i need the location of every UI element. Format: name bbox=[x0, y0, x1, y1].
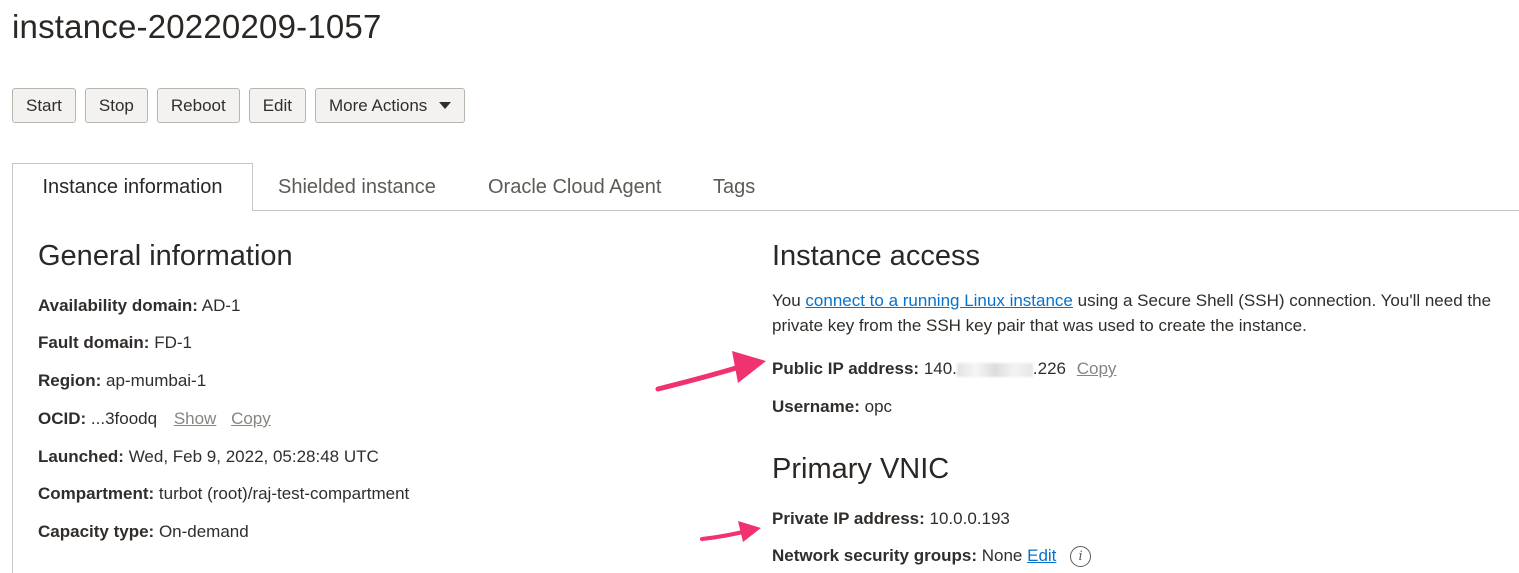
compartment-row: Compartment: turbot (root)/raj-test-comp… bbox=[38, 484, 409, 504]
network-security-groups-row: Network security groups: None Edit i bbox=[772, 546, 1092, 568]
reboot-button[interactable]: Reboot bbox=[156, 88, 240, 123]
public-ip-value-end: .226 bbox=[1032, 359, 1066, 378]
capacity-type-value: On-demand bbox=[158, 522, 249, 541]
action-toolbar: Start Stop Reboot Edit More Actions bbox=[12, 88, 466, 123]
arrow-icon bbox=[655, 351, 766, 392]
page-title: instance-20220209-1057 bbox=[12, 8, 382, 45]
launched-row: Launched: Wed, Feb 9, 2022, 05:28:48 UTC bbox=[38, 447, 379, 467]
network-security-groups-edit-link[interactable]: Edit bbox=[1027, 546, 1056, 565]
info-icon[interactable]: i bbox=[1070, 546, 1092, 568]
capacity-type-label: Capacity type: bbox=[38, 522, 155, 541]
public-ip-label: Public IP address: bbox=[772, 359, 920, 378]
stop-button[interactable]: Stop bbox=[84, 88, 148, 123]
start-button[interactable]: Start bbox=[12, 88, 76, 123]
tab-bar: Instance information Shielded instance O… bbox=[12, 163, 1519, 211]
tab-shielded-instance[interactable]: Shielded instance bbox=[278, 176, 436, 199]
network-security-groups-label: Network security groups: bbox=[772, 546, 977, 565]
instance-access-description: You connect to a running Linux instance … bbox=[772, 288, 1502, 338]
network-security-groups-value: None bbox=[981, 546, 1023, 565]
chevron-down-icon bbox=[439, 102, 452, 109]
fault-domain-row: Fault domain: FD-1 bbox=[38, 333, 192, 353]
ocid-label: OCID: bbox=[38, 409, 87, 428]
region-value: ap-mumbai-1 bbox=[106, 371, 207, 390]
username-value: opc bbox=[864, 397, 893, 416]
more-actions-button[interactable]: More Actions bbox=[315, 88, 466, 123]
username-label: Username: bbox=[772, 397, 860, 416]
access-desc-prefix: You bbox=[772, 291, 806, 310]
tab-oracle-cloud-agent[interactable]: Oracle Cloud Agent bbox=[488, 176, 661, 199]
tab-divider bbox=[253, 210, 1519, 211]
launched-label: Launched: bbox=[38, 447, 124, 466]
private-ip-value: 10.0.0.193 bbox=[929, 509, 1010, 528]
ocid-show-link[interactable]: Show bbox=[174, 409, 217, 428]
edit-button[interactable]: Edit bbox=[248, 88, 307, 123]
instance-access-heading: Instance access bbox=[772, 240, 980, 272]
ocid-row: OCID: ...3foodq Show Copy bbox=[38, 409, 271, 429]
private-ip-label: Private IP address: bbox=[772, 509, 925, 528]
redacted-ip-blur bbox=[956, 362, 1033, 377]
more-actions-label: More Actions bbox=[329, 95, 428, 115]
general-information-heading: General information bbox=[38, 240, 293, 272]
ocid-copy-link[interactable]: Copy bbox=[231, 409, 271, 428]
availability-domain-value: AD-1 bbox=[201, 296, 241, 315]
compartment-value: turbot (root)/raj-test-compartment bbox=[158, 484, 410, 503]
public-ip-copy-link[interactable]: Copy bbox=[1077, 359, 1117, 378]
public-ip-row: Public IP address: 140. .226 Copy bbox=[772, 359, 1116, 379]
panel-border bbox=[12, 210, 13, 573]
ocid-value: ...3foodq bbox=[90, 409, 158, 428]
region-row: Region: ap-mumbai-1 bbox=[38, 371, 206, 391]
primary-vnic-heading: Primary VNIC bbox=[772, 453, 950, 485]
private-ip-row: Private IP address: 10.0.0.193 bbox=[772, 509, 1010, 529]
compartment-label: Compartment: bbox=[38, 484, 155, 503]
username-row: Username: opc bbox=[772, 397, 892, 417]
fault-domain-label: Fault domain: bbox=[38, 333, 150, 352]
fault-domain-value: FD-1 bbox=[154, 333, 192, 352]
arrow-icon bbox=[700, 521, 761, 542]
tab-instance-information[interactable]: Instance information bbox=[12, 163, 253, 211]
tab-tags[interactable]: Tags bbox=[713, 176, 755, 199]
launched-value: Wed, Feb 9, 2022, 05:28:48 UTC bbox=[128, 447, 379, 466]
connect-linux-instance-link[interactable]: connect to a running Linux instance bbox=[805, 291, 1072, 310]
public-ip-value-start: 140. bbox=[923, 359, 957, 378]
availability-domain-row: Availability domain: AD-1 bbox=[38, 296, 241, 316]
capacity-type-row: Capacity type: On-demand bbox=[38, 522, 249, 542]
region-label: Region: bbox=[38, 371, 102, 390]
availability-domain-label: Availability domain: bbox=[38, 296, 198, 315]
